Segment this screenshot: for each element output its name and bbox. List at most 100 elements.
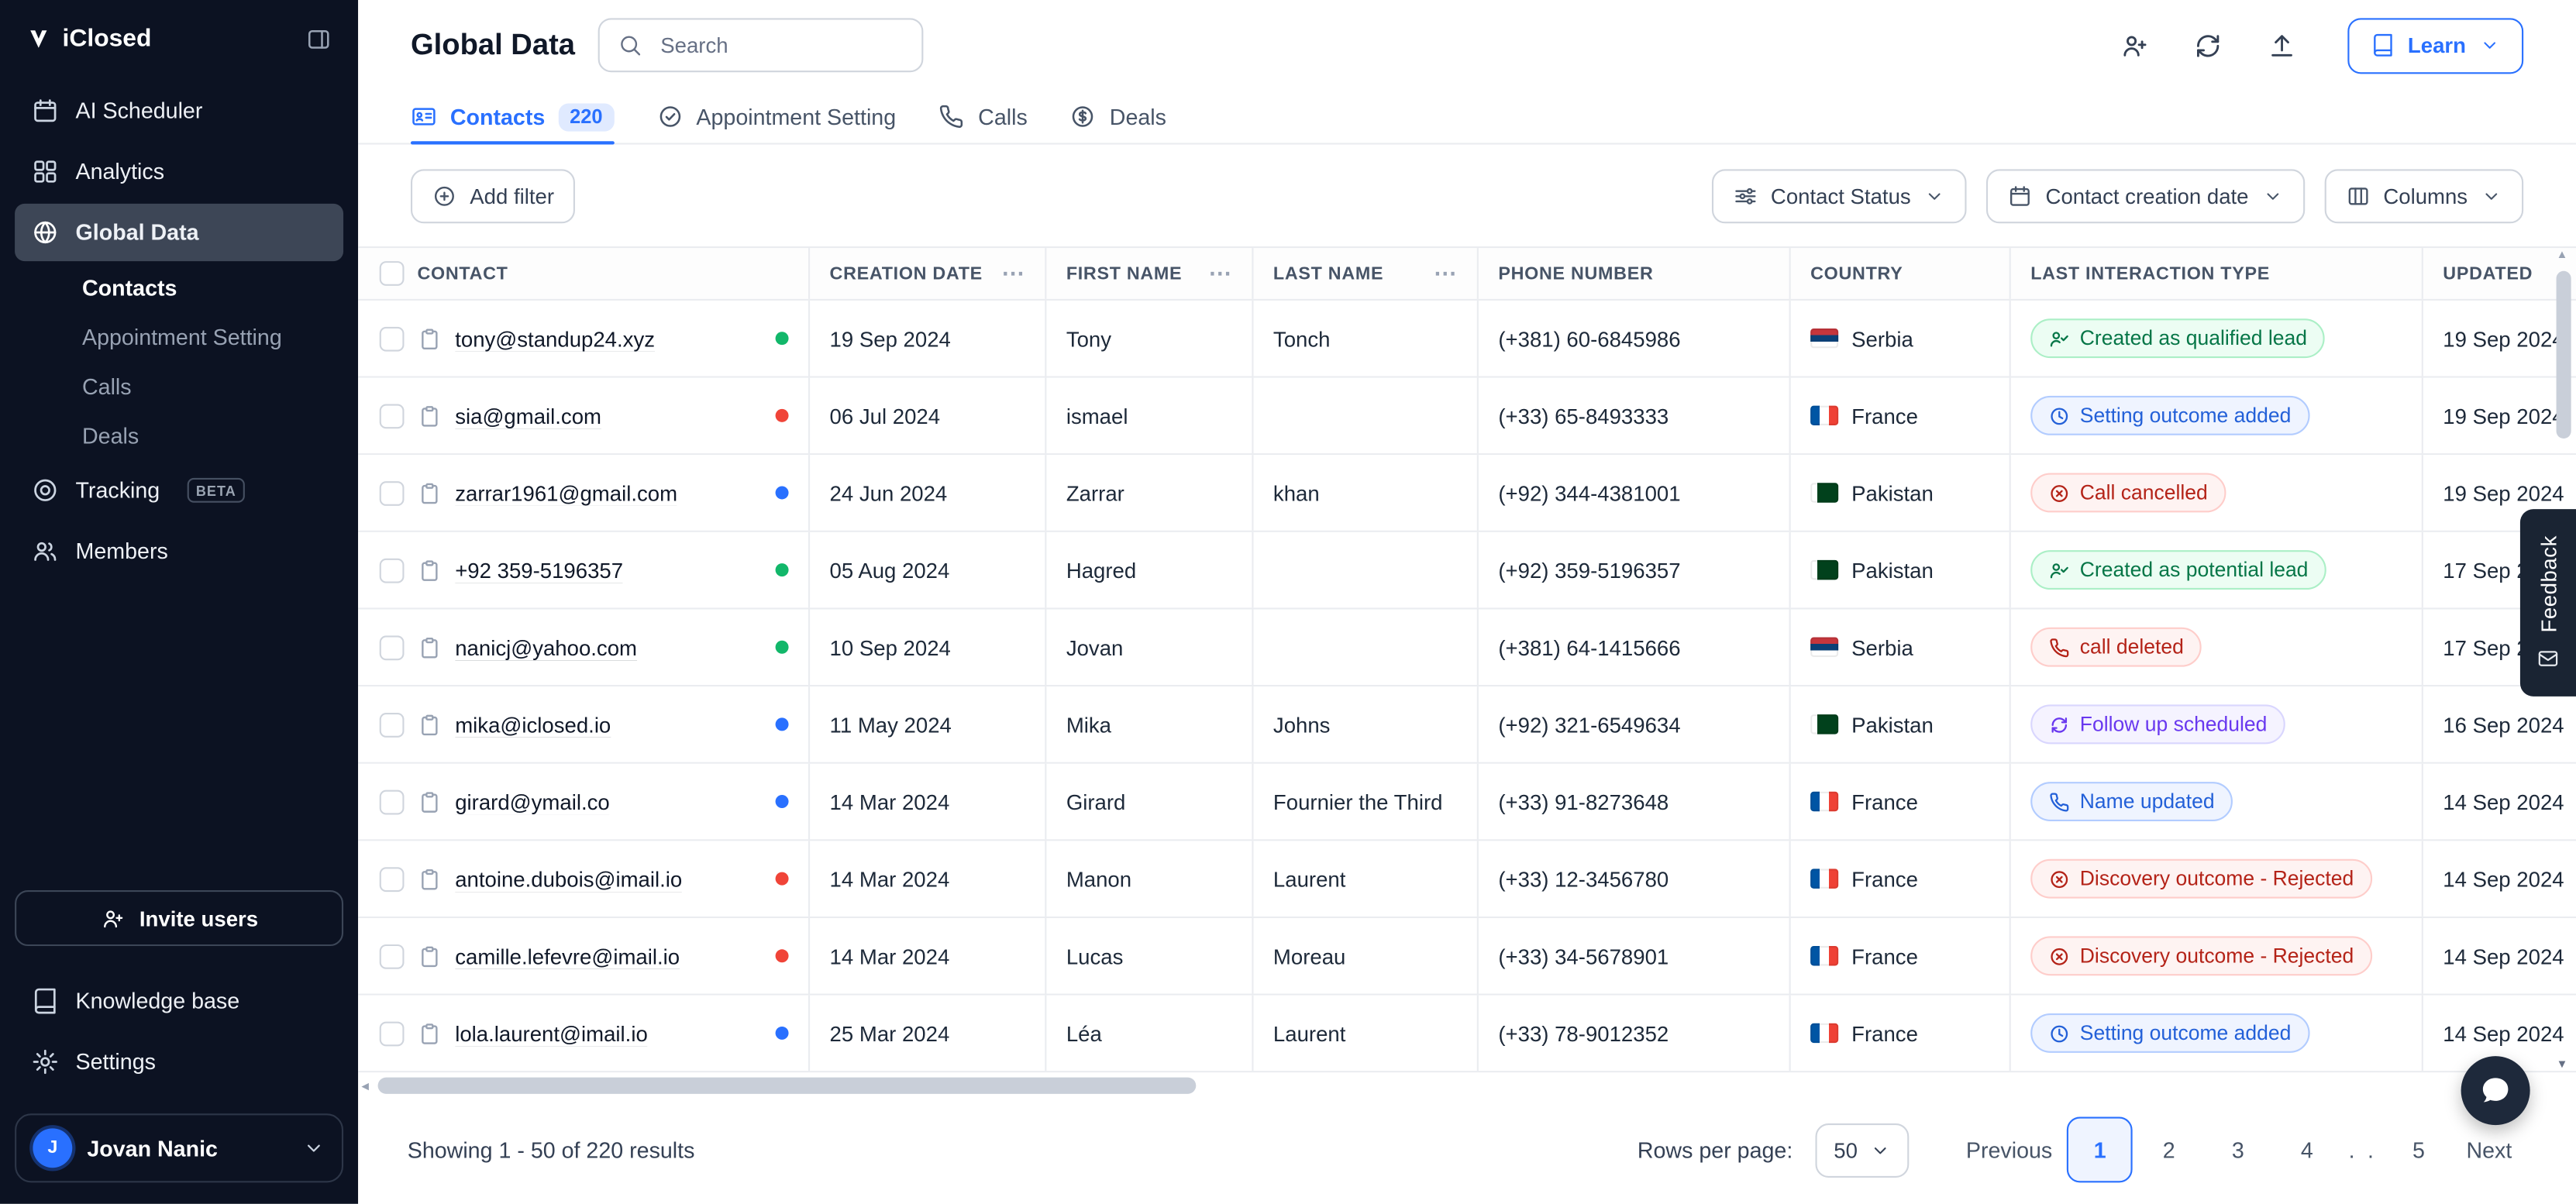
- sidebar-item-appointment-setting[interactable]: Appointment Setting: [15, 314, 343, 361]
- columns-dropdown[interactable]: Columns: [2324, 168, 2523, 222]
- user-menu[interactable]: J Jovan Nanic: [15, 1113, 343, 1182]
- search-box[interactable]: [598, 18, 924, 72]
- add-filter-button[interactable]: Add filter: [411, 168, 576, 222]
- sidebar-item-settings[interactable]: Settings: [15, 1033, 343, 1090]
- row-checkbox[interactable]: [380, 403, 405, 428]
- tab-calls[interactable]: Calls: [938, 91, 1028, 143]
- copy-contact-icon[interactable]: [417, 480, 442, 505]
- contact-status-dropdown[interactable]: Contact Status: [1712, 168, 1967, 222]
- export-button[interactable]: [2267, 30, 2296, 60]
- copy-contact-icon[interactable]: [417, 326, 442, 351]
- sidebar-item-global-data[interactable]: Global Data: [15, 204, 343, 261]
- tab-deals[interactable]: Deals: [1070, 91, 1166, 143]
- column-menu-icon[interactable]: [1209, 260, 1232, 287]
- invite-users-button[interactable]: Invite users: [15, 890, 343, 946]
- sidebar-collapse-button[interactable]: [305, 26, 332, 52]
- table-row[interactable]: camille.lefevre@imail.io 14 Mar 2024 Luc…: [358, 918, 2576, 996]
- table-row[interactable]: mika@iclosed.io 11 May 2024 Mika Johns (…: [358, 686, 2576, 764]
- sidebar-item-contacts[interactable]: Contacts: [15, 264, 343, 311]
- sidebar-item-label: Knowledge base: [76, 989, 240, 1013]
- row-checkbox[interactable]: [380, 944, 405, 968]
- sidebar-item-analytics[interactable]: Analytics: [15, 143, 343, 200]
- contact-email[interactable]: antoine.dubois@imail.io: [455, 866, 682, 891]
- column-menu-icon[interactable]: [1001, 260, 1025, 287]
- sidebar-item-deals[interactable]: Deals: [15, 412, 343, 459]
- row-checkbox[interactable]: [380, 789, 405, 814]
- row-checkbox[interactable]: [380, 635, 405, 659]
- copy-contact-icon[interactable]: [417, 403, 442, 428]
- previous-page-button[interactable]: Previous: [1951, 1117, 2068, 1183]
- sidebar-item-knowledge-base[interactable]: Knowledge base: [15, 972, 343, 1030]
- sidebar-item-members[interactable]: Members: [15, 522, 343, 580]
- contact-email[interactable]: mika@iclosed.io: [455, 712, 611, 737]
- table-row[interactable]: zarrar1961@gmail.com 24 Jun 2024 Zarrar …: [358, 455, 2576, 532]
- copy-contact-icon[interactable]: [417, 789, 442, 814]
- search-input[interactable]: [657, 31, 904, 59]
- add-contact-button[interactable]: [2119, 30, 2148, 60]
- copy-contact-icon[interactable]: [417, 712, 442, 737]
- table-row[interactable]: nanicj@yahoo.com 10 Sep 2024 Jovan (+381…: [358, 609, 2576, 686]
- copy-contact-icon[interactable]: [417, 944, 442, 968]
- tab-label: Deals: [1110, 105, 1166, 129]
- refresh-button[interactable]: [2192, 30, 2222, 60]
- sidebar-item-calls[interactable]: Calls: [15, 363, 343, 410]
- header-first-name[interactable]: FIRST NAME: [1046, 248, 1253, 299]
- learn-button[interactable]: Learn: [2347, 17, 2523, 73]
- select-all-checkbox[interactable]: [380, 261, 405, 286]
- page-button[interactable]: 4: [2274, 1117, 2340, 1183]
- header-last-name[interactable]: LAST NAME: [1253, 248, 1478, 299]
- page-button[interactable]: 1: [2067, 1117, 2133, 1183]
- row-checkbox[interactable]: [380, 558, 405, 583]
- contact-email[interactable]: camille.lefevre@imail.io: [455, 944, 680, 968]
- table-row[interactable]: lola.laurent@imail.io 25 Mar 2024 Léa La…: [358, 996, 2576, 1073]
- last-page-button[interactable]: 5: [2386, 1117, 2452, 1183]
- contact-email[interactable]: girard@ymail.co: [455, 789, 610, 814]
- table-row[interactable]: antoine.dubois@imail.io 14 Mar 2024 Mano…: [358, 841, 2576, 918]
- sidebar-item-tracking[interactable]: Tracking BETA: [15, 462, 343, 519]
- table-row[interactable]: tony@standup24.xyz 19 Sep 2024 Tony Tonc…: [358, 301, 2576, 378]
- phone-number-cell: (+381) 64-1415666: [1479, 609, 1791, 685]
- page-button[interactable]: 3: [2205, 1117, 2271, 1183]
- feedback-tab[interactable]: Feedback: [2520, 509, 2576, 697]
- next-page-button[interactable]: Next: [2451, 1117, 2526, 1183]
- country-flag: [1810, 869, 1838, 888]
- tab-appointment-setting[interactable]: Appointment Setting: [657, 91, 897, 143]
- copy-contact-icon[interactable]: [417, 866, 442, 891]
- contact-email[interactable]: +92 359-5196357: [455, 558, 623, 583]
- vertical-scrollbar-thumb[interactable]: [2557, 271, 2571, 439]
- creation-date-dropdown[interactable]: Contact creation date: [1986, 168, 2304, 222]
- contact-email[interactable]: sia@gmail.com: [455, 403, 601, 428]
- rows-per-page-select[interactable]: 50: [1816, 1123, 1909, 1177]
- page-button[interactable]: 2: [2136, 1117, 2202, 1183]
- table-row[interactable]: sia@gmail.com 06 Jul 2024 ismael (+33) 6…: [358, 378, 2576, 456]
- contact-email[interactable]: lola.laurent@imail.io: [455, 1021, 648, 1046]
- header-creation-date[interactable]: CREATION DATE: [810, 248, 1046, 299]
- table-row[interactable]: girard@ymail.co 14 Mar 2024 Girard Fourn…: [358, 764, 2576, 841]
- copy-contact-icon[interactable]: [417, 1021, 442, 1046]
- header-country[interactable]: COUNTRY: [1791, 248, 2011, 299]
- country-name: France: [1851, 1021, 1918, 1046]
- chevron-down-icon: [2261, 184, 2283, 206]
- contact-email[interactable]: tony@standup24.xyz: [455, 326, 655, 351]
- header-last-interaction-type[interactable]: LAST INTERACTION TYPE: [2011, 248, 2423, 299]
- copy-contact-icon[interactable]: [417, 558, 442, 583]
- chat-widget-button[interactable]: [2461, 1056, 2530, 1125]
- horizontal-scrollbar-thumb[interactable]: [378, 1078, 1197, 1094]
- row-checkbox[interactable]: [380, 326, 405, 351]
- sidebar-item-ai-scheduler[interactable]: AI Scheduler: [15, 82, 343, 139]
- column-menu-icon[interactable]: [1434, 260, 1457, 287]
- row-checkbox[interactable]: [380, 866, 405, 891]
- header-phone[interactable]: PHONE NUMBER: [1479, 248, 1791, 299]
- row-checkbox[interactable]: [380, 1021, 405, 1046]
- tab-contacts[interactable]: Contacts 220: [411, 91, 614, 143]
- table-row[interactable]: +92 359-5196357 05 Aug 2024 Hagred (+92)…: [358, 532, 2576, 610]
- users-icon: [31, 537, 59, 565]
- row-checkbox[interactable]: [380, 480, 405, 505]
- contact-email[interactable]: nanicj@yahoo.com: [455, 635, 637, 659]
- row-checkbox[interactable]: [380, 712, 405, 737]
- header-updated[interactable]: UPDATED: [2423, 248, 2576, 299]
- contact-email[interactable]: zarrar1961@gmail.com: [455, 480, 677, 505]
- horizontal-scrollbar[interactable]: [358, 1076, 2540, 1096]
- copy-contact-icon[interactable]: [417, 635, 442, 659]
- country-cell: France: [1791, 996, 2011, 1072]
